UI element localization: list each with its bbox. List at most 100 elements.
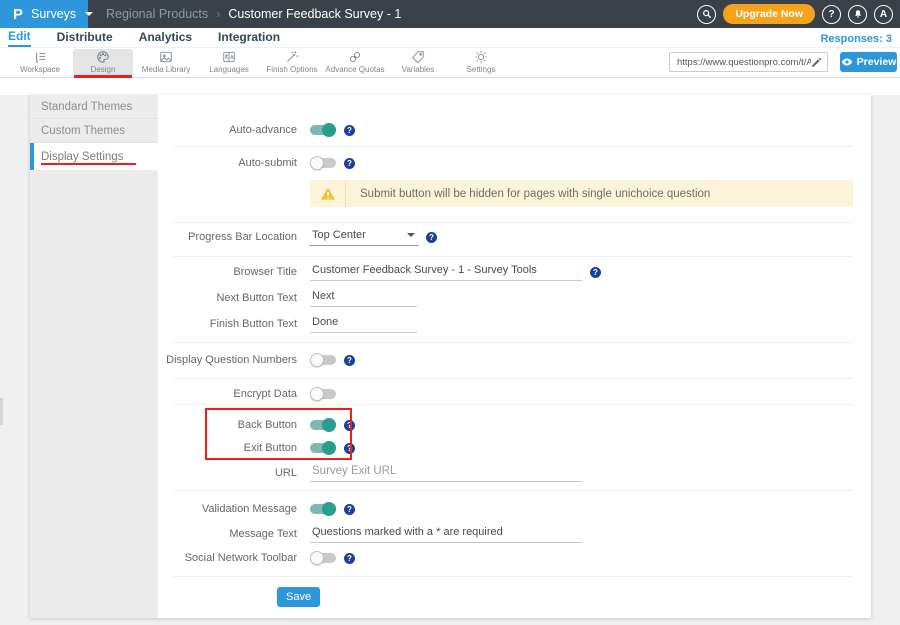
message-text-input[interactable] bbox=[310, 526, 582, 543]
selected-option: Top Center bbox=[312, 229, 366, 241]
help-icon[interactable]: ? bbox=[344, 553, 355, 564]
auto-submit-toggle[interactable] bbox=[310, 156, 336, 170]
search-icon bbox=[702, 9, 712, 19]
divider bbox=[173, 256, 853, 257]
avatar-letter: A bbox=[880, 9, 887, 20]
progress-bar-location-select[interactable]: Top Center bbox=[310, 229, 418, 246]
social-network-toolbar-toggle[interactable] bbox=[310, 551, 336, 565]
content-area: Standard Themes Custom Themes Display Se… bbox=[0, 95, 900, 625]
sidebar-item-display-settings[interactable]: Display Settings bbox=[30, 143, 158, 170]
eye-icon bbox=[841, 56, 853, 68]
help-icon[interactable]: ? bbox=[344, 158, 355, 169]
questionpro-logo: P bbox=[13, 7, 23, 22]
responses-count[interactable]: Responses: 3 bbox=[820, 33, 892, 45]
tab-analytics[interactable]: Analytics bbox=[139, 29, 192, 46]
survey-exit-url-input[interactable] bbox=[310, 465, 582, 482]
encrypt-data-toggle[interactable] bbox=[310, 387, 336, 401]
edit-pencil-icon[interactable] bbox=[811, 57, 822, 68]
toolbar-item-workspace[interactable]: Workspace bbox=[10, 49, 70, 75]
setting-label: Progress Bar Location bbox=[158, 231, 297, 243]
sidebar-item-custom-themes[interactable]: Custom Themes bbox=[30, 119, 158, 143]
sidebar-item-standard-themes[interactable]: Standard Themes bbox=[30, 95, 158, 119]
toolbar-item-finish-options[interactable]: Finish Options bbox=[262, 49, 322, 75]
validation-message-row: Validation Message ? bbox=[158, 495, 871, 523]
divider bbox=[173, 378, 853, 379]
scrollbar-fragment bbox=[0, 398, 3, 425]
spacer-band bbox=[0, 78, 900, 95]
help-icon[interactable]: ? bbox=[344, 420, 355, 431]
help-icon[interactable]: ? bbox=[344, 355, 355, 366]
toolbar-label: Workspace bbox=[20, 65, 60, 74]
toolbar-item-settings[interactable]: Settings bbox=[451, 49, 511, 75]
browser-title-input[interactable] bbox=[310, 264, 582, 281]
toolbar-label: Finish Options bbox=[266, 65, 317, 74]
finish-button-text-row: Finish Button Text bbox=[158, 310, 871, 338]
display-question-numbers-toggle[interactable] bbox=[310, 353, 336, 367]
setting-label: Auto-advance bbox=[158, 124, 297, 136]
setting-label: URL bbox=[158, 467, 297, 479]
validation-message-toggle[interactable] bbox=[310, 502, 336, 516]
browser-title-row: Browser Title ? bbox=[158, 258, 871, 286]
toolbar-item-languages[interactable]: Languages bbox=[199, 49, 259, 75]
setting-label: Next Button Text bbox=[158, 292, 297, 304]
breadcrumb-parent[interactable]: Regional Products bbox=[106, 7, 208, 21]
tab-edit[interactable]: Edit bbox=[8, 28, 31, 47]
toolbar-label: Media Library bbox=[142, 65, 190, 74]
warning-message: Submit button will be hidden for pages w… bbox=[346, 188, 710, 200]
survey-url-box bbox=[669, 52, 828, 72]
divider bbox=[173, 490, 853, 491]
design-sidebar: Standard Themes Custom Themes Display Se… bbox=[30, 95, 158, 618]
help-icon[interactable]: ? bbox=[344, 504, 355, 515]
display-settings-panel: Standard Themes Custom Themes Display Se… bbox=[30, 95, 871, 618]
save-button[interactable]: Save bbox=[277, 587, 320, 607]
toolbar-label: Languages bbox=[209, 65, 249, 74]
next-button-text-row: Next Button Text bbox=[158, 284, 871, 312]
exit-button-toggle[interactable] bbox=[310, 441, 336, 455]
surveys-product-menu[interactable]: P Surveys bbox=[0, 0, 88, 28]
setting-label: Social Network Toolbar bbox=[158, 552, 297, 564]
exit-button-row: Exit Button ? bbox=[158, 434, 871, 462]
sidebar-item-label: Standard Themes bbox=[41, 101, 132, 113]
workspace-icon bbox=[33, 50, 47, 64]
advance-quotas-icon bbox=[348, 50, 362, 64]
auto-advance-toggle[interactable] bbox=[310, 123, 336, 137]
toolbar-item-variables[interactable]: Variables bbox=[388, 49, 448, 75]
help-icon[interactable]: ? bbox=[344, 443, 355, 454]
auto-submit-warning: Submit button will be hidden for pages w… bbox=[310, 180, 853, 207]
finish-button-text-input[interactable] bbox=[310, 316, 417, 333]
design-icon bbox=[96, 50, 110, 64]
toolbar-item-design[interactable]: Design bbox=[73, 49, 133, 75]
toolbar-label: Variables bbox=[402, 65, 435, 74]
toolbar-item-advance-quotas[interactable]: Advance Quotas bbox=[325, 49, 385, 75]
tab-integration[interactable]: Integration bbox=[218, 29, 280, 46]
next-button-text-input[interactable] bbox=[310, 290, 417, 307]
upgrade-now-button[interactable]: Upgrade Now bbox=[723, 4, 815, 24]
social-network-toolbar-row: Social Network Toolbar ? bbox=[158, 544, 871, 572]
back-button-toggle[interactable] bbox=[310, 418, 336, 432]
topbar-actions: Upgrade Now ? A bbox=[697, 0, 893, 28]
sidebar-item-label: Display Settings bbox=[41, 151, 123, 163]
survey-nav-tabs: Edit Distribute Analytics Integration Re… bbox=[0, 28, 900, 48]
toolbar-item-media-library[interactable]: Media Library bbox=[136, 49, 196, 75]
help-menu-button[interactable]: ? bbox=[822, 5, 841, 24]
account-avatar[interactable]: A bbox=[874, 5, 893, 24]
setting-label: Validation Message bbox=[158, 503, 297, 515]
help-icon[interactable]: ? bbox=[590, 267, 601, 278]
preview-button[interactable]: Preview bbox=[840, 52, 897, 72]
settings-icon bbox=[474, 50, 488, 64]
variables-icon bbox=[411, 50, 425, 64]
notifications-button[interactable] bbox=[848, 5, 867, 24]
auto-submit-row: Auto-submit ? bbox=[158, 149, 871, 177]
help-icon[interactable]: ? bbox=[426, 232, 437, 243]
help-icon[interactable]: ? bbox=[344, 125, 355, 136]
breadcrumb: Regional Products › Customer Feedback Su… bbox=[106, 7, 401, 21]
media-library-icon bbox=[159, 50, 173, 64]
survey-url-input[interactable] bbox=[677, 57, 811, 68]
search-button[interactable] bbox=[697, 5, 716, 24]
divider bbox=[173, 342, 853, 343]
preview-label: Preview bbox=[857, 56, 897, 68]
setting-label: Browser Title bbox=[158, 266, 297, 278]
tab-distribute[interactable]: Distribute bbox=[57, 29, 113, 46]
languages-icon bbox=[222, 50, 236, 64]
setting-label: Finish Button Text bbox=[158, 318, 297, 330]
